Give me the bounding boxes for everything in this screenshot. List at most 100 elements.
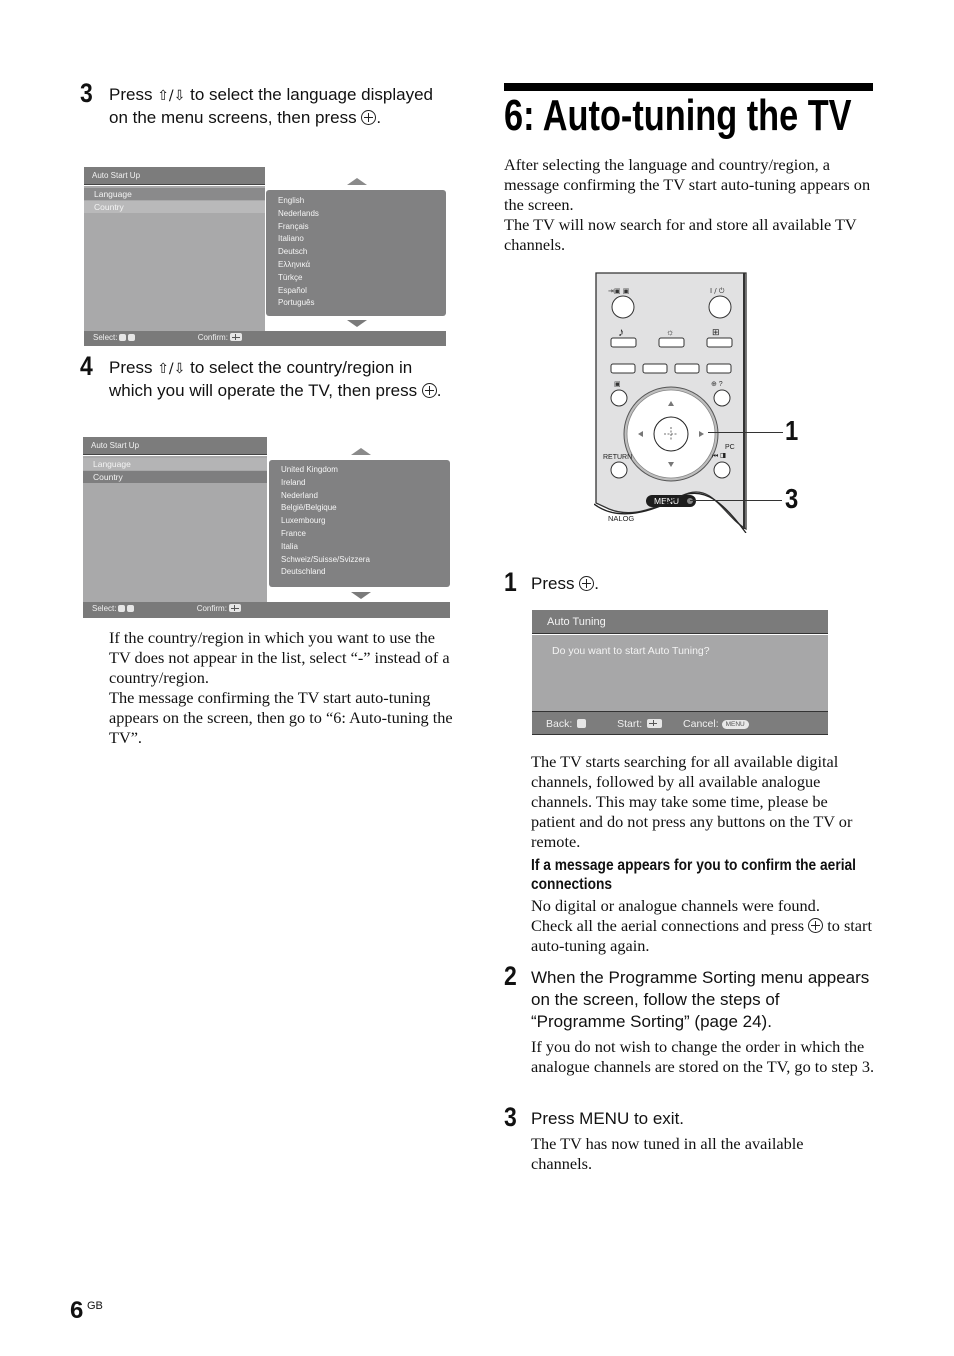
dialog-footer: Back: Start: Cancel: MENU	[532, 711, 828, 735]
wide-icon: ⊞	[712, 327, 720, 337]
up-down-arrow-icon: ⇧/⇩	[157, 88, 186, 104]
sound-button[interactable]	[610, 337, 637, 348]
up-arrow-icon	[118, 605, 126, 612]
input-button[interactable]	[611, 295, 635, 319]
down-arrow-icon	[128, 334, 136, 341]
start-enter-icon[interactable]	[647, 719, 663, 728]
osd-row-country[interactable]: Country	[84, 201, 265, 213]
cancel-menu-icon[interactable]: MENU	[721, 720, 749, 729]
osd-footer: Select: Confirm:	[84, 331, 446, 346]
footer-confirm-label: Confirm:	[197, 333, 228, 342]
pc-icons: ⏮ ◨	[712, 453, 726, 460]
scroll-down-arrow-icon[interactable]	[351, 592, 371, 599]
list-item[interactable]: English	[266, 195, 446, 208]
osd-row-country[interactable]: Country	[83, 471, 267, 483]
callout-number-1: 1	[785, 415, 799, 446]
scroll-up-arrow-icon[interactable]	[351, 448, 371, 455]
intro-paragraph-1: After selecting the language and country…	[504, 155, 871, 214]
return-label: RETURN	[603, 454, 632, 461]
list-item[interactable]: Deutschland	[269, 566, 450, 579]
picture-mode-button[interactable]	[658, 337, 685, 348]
return-button[interactable]	[610, 461, 628, 479]
step-3-right-text: Press MENU to exit.	[531, 1109, 685, 1128]
sound-icon: ♪	[618, 325, 624, 339]
enter-button-icon	[579, 576, 595, 591]
step-3-end: .	[376, 108, 382, 127]
osd-country-list: United Kingdom Ireland Nederland België/…	[269, 460, 450, 587]
list-item[interactable]: Deutsch	[266, 246, 446, 259]
back-arrow-icon[interactable]	[577, 719, 587, 728]
heading-rule	[504, 83, 873, 91]
step-1-end: .	[594, 574, 599, 593]
step-number-3-right: 3	[504, 1102, 517, 1132]
list-item[interactable]: Schweiz/Suisse/Svizzera	[269, 554, 450, 567]
list-item[interactable]: Français	[266, 221, 446, 234]
osd-footer: Select: Confirm:	[83, 602, 450, 618]
osd-left-pane: Language Country	[84, 186, 265, 331]
scroll-up-arrow-icon[interactable]	[347, 178, 367, 185]
remote-control-illustration: ⇥▣ ▣ I / ⏻ ♪ ☼ ⊞ ▣ ⊕ ? RETURN PC ⏮ ◨ MEN…	[594, 272, 747, 533]
text-icon: ▣	[614, 381, 621, 388]
power-icon: I / ⏻	[710, 287, 725, 295]
list-item[interactable]: Türkçe	[266, 272, 446, 285]
callout-line-3	[690, 500, 782, 501]
back-label: Back:	[546, 718, 573, 730]
step-1-description: The TV starts searching for all availabl…	[531, 752, 853, 851]
osd-row-language[interactable]: Language	[84, 188, 265, 200]
enter-icon	[229, 333, 242, 341]
note-paragraph-1: If the country/region in which you want …	[109, 628, 450, 687]
info-icon: ⊕ ?	[711, 381, 723, 388]
step-3-text: Press ⇧/⇩ to select the language display…	[109, 84, 454, 129]
blue-button[interactable]	[706, 363, 732, 374]
yellow-button[interactable]	[674, 363, 700, 374]
list-item[interactable]: United Kingdom	[269, 464, 450, 477]
green-button[interactable]	[642, 363, 668, 374]
list-item[interactable]: Ελληνικά	[266, 259, 446, 272]
red-button[interactable]	[610, 363, 636, 374]
osd-left-pane: Language Country	[83, 456, 267, 602]
pc-label: PC	[725, 444, 735, 451]
enter-button-icon	[808, 918, 824, 933]
osd-title: Auto Start Up	[84, 167, 265, 185]
pc-button[interactable]	[713, 461, 731, 479]
power-button[interactable]	[708, 295, 732, 319]
aerial-desc-line-2: Check all the aerial connections and pre…	[531, 916, 876, 956]
step-2-text: When the Programme Sorting menu appears …	[531, 968, 870, 1031]
text-button[interactable]	[610, 389, 628, 407]
list-item[interactable]: België/Belgique	[269, 502, 450, 515]
scroll-down-arrow-icon[interactable]	[347, 320, 367, 327]
step-1-label: Press	[531, 574, 580, 593]
osd-language-screen: Auto Start Up Language Country English N…	[84, 167, 446, 347]
list-item[interactable]: Español	[266, 285, 446, 298]
down-arrow-icon	[127, 605, 135, 612]
osd-row-language[interactable]: Language	[83, 458, 267, 470]
dialog-title: Auto Tuning	[532, 610, 828, 634]
page-number: 6	[70, 1297, 84, 1324]
list-item[interactable]: Ireland	[269, 477, 450, 490]
list-item[interactable]: Nederlands	[266, 208, 446, 221]
list-item[interactable]: Italia	[269, 541, 450, 554]
intro-paragraph-2: The TV will now search for and store all…	[504, 215, 857, 254]
info-button[interactable]	[713, 389, 731, 407]
list-item[interactable]: Luxembourg	[269, 515, 450, 528]
page-title: 6: Auto-tuning the TV	[504, 91, 852, 140]
aerial-description: No digital or analogue channels were fou…	[531, 896, 876, 956]
step-number-2: 2	[504, 961, 517, 991]
footer-select-label: Select:	[93, 333, 118, 342]
list-item[interactable]: Português	[266, 297, 446, 310]
start-label: Start:	[617, 718, 643, 730]
up-down-arrow-icon: ⇧/⇩	[157, 361, 186, 377]
wide-mode-button[interactable]	[706, 337, 733, 348]
list-item[interactable]: France	[269, 528, 450, 541]
up-arrow-icon	[119, 334, 127, 341]
list-item[interactable]: Italiano	[266, 233, 446, 246]
dialog-message: Do you want to start Auto Tuning?	[532, 635, 828, 711]
callout-line-1	[708, 432, 783, 433]
list-item[interactable]: Nederland	[269, 490, 450, 503]
intro-text: After selecting the language and country…	[504, 155, 876, 255]
aerial-subheading: If a message appears for you to confirm …	[531, 857, 856, 893]
step-number-3: 3	[80, 78, 93, 108]
analog-label: NALOG	[608, 514, 634, 523]
aerial-desc-line-1: No digital or analogue channels were fou…	[531, 896, 820, 915]
step-4-text-a: Press	[109, 358, 158, 377]
